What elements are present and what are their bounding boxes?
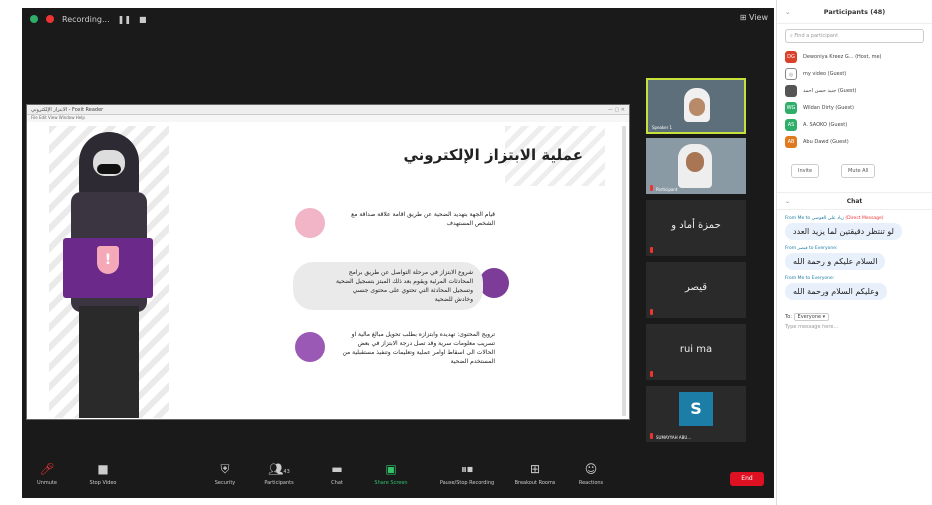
video-tile-avatar[interactable]: S SUMAYYAH ABU...: [646, 386, 746, 442]
collapse-chevron-icon[interactable]: ⌄: [785, 198, 790, 205]
pause-stop-icon: ⏸⏹: [460, 462, 473, 476]
view-button[interactable]: ⊞ View: [740, 13, 768, 22]
unmute-button[interactable]: 🎤︎ Unmute: [22, 462, 72, 486]
chat-message: وعليكم السلام ورحمة الله: [785, 283, 887, 300]
recording-dot-icon: [46, 15, 54, 23]
participant-avatar: AS: [785, 118, 797, 131]
bullet-3-text: ترويج المحتوى: تهديده وابتزازه بطلب تحوي…: [342, 331, 495, 365]
search-icon: ⌕: [790, 33, 793, 39]
participant-row[interactable]: DG Dewoniya Kreez G... (Host, me): [777, 48, 932, 65]
chat-bubble-icon: ▬: [331, 462, 343, 476]
tile-name: Speaker 1: [652, 125, 673, 130]
participant-avatar: [785, 84, 797, 97]
tile-label: rui ma: [679, 344, 713, 355]
video-tile-participant[interactable]: Participant: [646, 138, 746, 194]
participant-search-input[interactable]: ⌕ Find a participant: [785, 29, 924, 43]
participant-row[interactable]: AS A. SAOKO (Guest): [777, 116, 932, 133]
chat-messages: From Me to زياد علي العوضي (Direct Messa…: [777, 210, 932, 300]
muted-mic-icon: [650, 371, 653, 377]
bullet-2-text: شروع الابتزاز في مرحلة التواصل عن طريق ب…: [293, 262, 483, 310]
security-button[interactable]: ⛨ Security: [200, 462, 250, 486]
chat-button[interactable]: ▬ Chat: [312, 462, 362, 486]
video-camera-icon: ■: [97, 462, 109, 476]
muted-mic-icon: [650, 433, 653, 439]
collapse-chevron-icon[interactable]: ⌄: [785, 8, 790, 16]
shield-icon: ⛨: [220, 462, 230, 476]
end-meeting-button[interactable]: End: [730, 472, 764, 486]
participant-face: [686, 152, 704, 172]
muted-mic-icon: [650, 185, 653, 191]
participant-avatar: ◎: [785, 67, 797, 80]
chat-message: لو تنتظر دقيقتين لما يزيد العدد: [785, 223, 902, 240]
pause-stop-recording-button[interactable]: ⏸⏹ Pause/Stop Recording: [432, 462, 502, 486]
participant-list: DG Dewoniya Kreez G... (Host, me) ◎ my vid…: [777, 48, 932, 150]
participants-button[interactable]: 👥︎43 Participants: [254, 462, 304, 486]
message-sender: From Me to Everyone:: [785, 276, 835, 281]
recording-status: Recording...: [62, 14, 110, 24]
security-shield-icon[interactable]: [30, 15, 38, 23]
share-screen-button[interactable]: ▣ Share Screen: [366, 462, 416, 486]
bullet-2-icon: [479, 268, 509, 298]
participant-actions: Invite Mute All: [777, 150, 932, 178]
stop-video-button[interactable]: ■ Stop Video: [78, 462, 128, 486]
participant-avatar: AB: [785, 135, 797, 148]
participants-title: Participants (48): [823, 7, 886, 16]
mute-all-button[interactable]: Mute All: [841, 164, 876, 178]
hacker-legs-illustration: [79, 306, 139, 418]
chat-header: ⌄ Chat: [777, 192, 932, 210]
chat-message: السلام عليكم و رحمة الله: [785, 253, 886, 270]
participant-row[interactable]: جنيد حسن احمد (Guest): [777, 82, 932, 99]
reactions-button[interactable]: ☺ Reactions: [566, 462, 616, 486]
video-tile-name-only[interactable]: حمزة أماد و: [646, 200, 746, 256]
shared-screen: الابتزاز الإلكتروني - Foxit Reader — ▢ ✕…: [26, 104, 630, 420]
hacker-mask-illustration: [97, 164, 121, 174]
participant-row[interactable]: ◎ my video (Guest): [777, 65, 932, 82]
side-panel: ⌄ Participants (48) ⌕ Find a participant…: [776, 0, 932, 505]
participant-avatar: DG: [785, 50, 797, 63]
tile-label: حمزة أماد و: [671, 220, 721, 231]
participants-header: ⌄ Participants (48): [777, 0, 932, 24]
pause-recording-icon[interactable]: ❚❚: [118, 15, 131, 24]
participant-row[interactable]: WG Wildan Dirty (Guest): [777, 99, 932, 116]
tile-name: Participant: [656, 187, 678, 192]
presentation-slide: ! عملية الابتزاز الإلكتروني قيام الجهة ب…: [49, 126, 605, 418]
slide-title: عملية الابتزاز الإلكتروني: [403, 146, 583, 164]
video-tile-name-only[interactable]: قيصر: [646, 262, 746, 318]
message-sender: From قيصر to Everyone:: [785, 246, 838, 251]
shared-scrollbar: [622, 126, 626, 416]
breakout-grid-icon: ⊞: [529, 462, 541, 476]
invite-button[interactable]: Invite: [791, 164, 820, 178]
tile-name: SUMAYYAH ABU...: [656, 435, 692, 440]
tile-label: قيصر: [685, 282, 707, 293]
zoom-meeting-window: Recording... ❚❚ ■ ⊞ View الابتزاز الإلكت…: [22, 8, 774, 498]
shared-window-title: الابتزاز الإلكتروني - Foxit Reader: [31, 106, 104, 113]
participant-avatar: WG: [785, 101, 797, 114]
chat-recipient: To: Everyone ▾: [777, 300, 932, 322]
participant-avatar: S: [679, 392, 713, 426]
shared-window-titlebar: الابتزاز الإلكتروني - Foxit Reader — ▢ ✕: [27, 105, 629, 115]
bullet-1-text: قيام الجهة بتهديد الضحية عن طريق اقامة ع…: [351, 211, 495, 227]
window-controls: — ▢ ✕: [607, 106, 625, 113]
warning-shield-icon: !: [97, 246, 119, 274]
share-screen-icon: ▣: [385, 462, 397, 476]
breakout-rooms-button[interactable]: ⊞ Breakout Rooms: [510, 462, 560, 486]
meeting-topbar: Recording... ❚❚ ■: [22, 8, 774, 30]
meeting-toolbar: 🎤︎ Unmute ■ Stop Video ⛨ Security 👥︎43 Parti…: [22, 456, 774, 498]
shared-window-menu: File Edit View Window Help: [27, 115, 629, 122]
muted-mic-icon: [650, 309, 653, 315]
smiley-icon: ☺: [584, 462, 598, 476]
recipient-dropdown[interactable]: Everyone ▾: [793, 313, 830, 321]
chat-message-input[interactable]: Type message here...: [777, 322, 932, 332]
chat-title: Chat: [846, 197, 863, 205]
participant-row[interactable]: AB Abu Dawd (Guest): [777, 133, 932, 150]
video-tile-name-only[interactable]: rui ma: [646, 324, 746, 380]
speaker-face: [689, 98, 705, 116]
laptop-illustration: !: [63, 238, 153, 298]
stop-recording-icon[interactable]: ■: [139, 15, 147, 24]
mic-muted-icon: 🎤︎: [39, 462, 55, 476]
video-tile-active-speaker[interactable]: Speaker 1: [646, 78, 746, 134]
message-sender: From Me to زياد علي العوضي (Direct Messa…: [785, 216, 884, 221]
muted-mic-icon: [650, 247, 653, 253]
participants-icon: 👥︎43: [268, 462, 290, 476]
